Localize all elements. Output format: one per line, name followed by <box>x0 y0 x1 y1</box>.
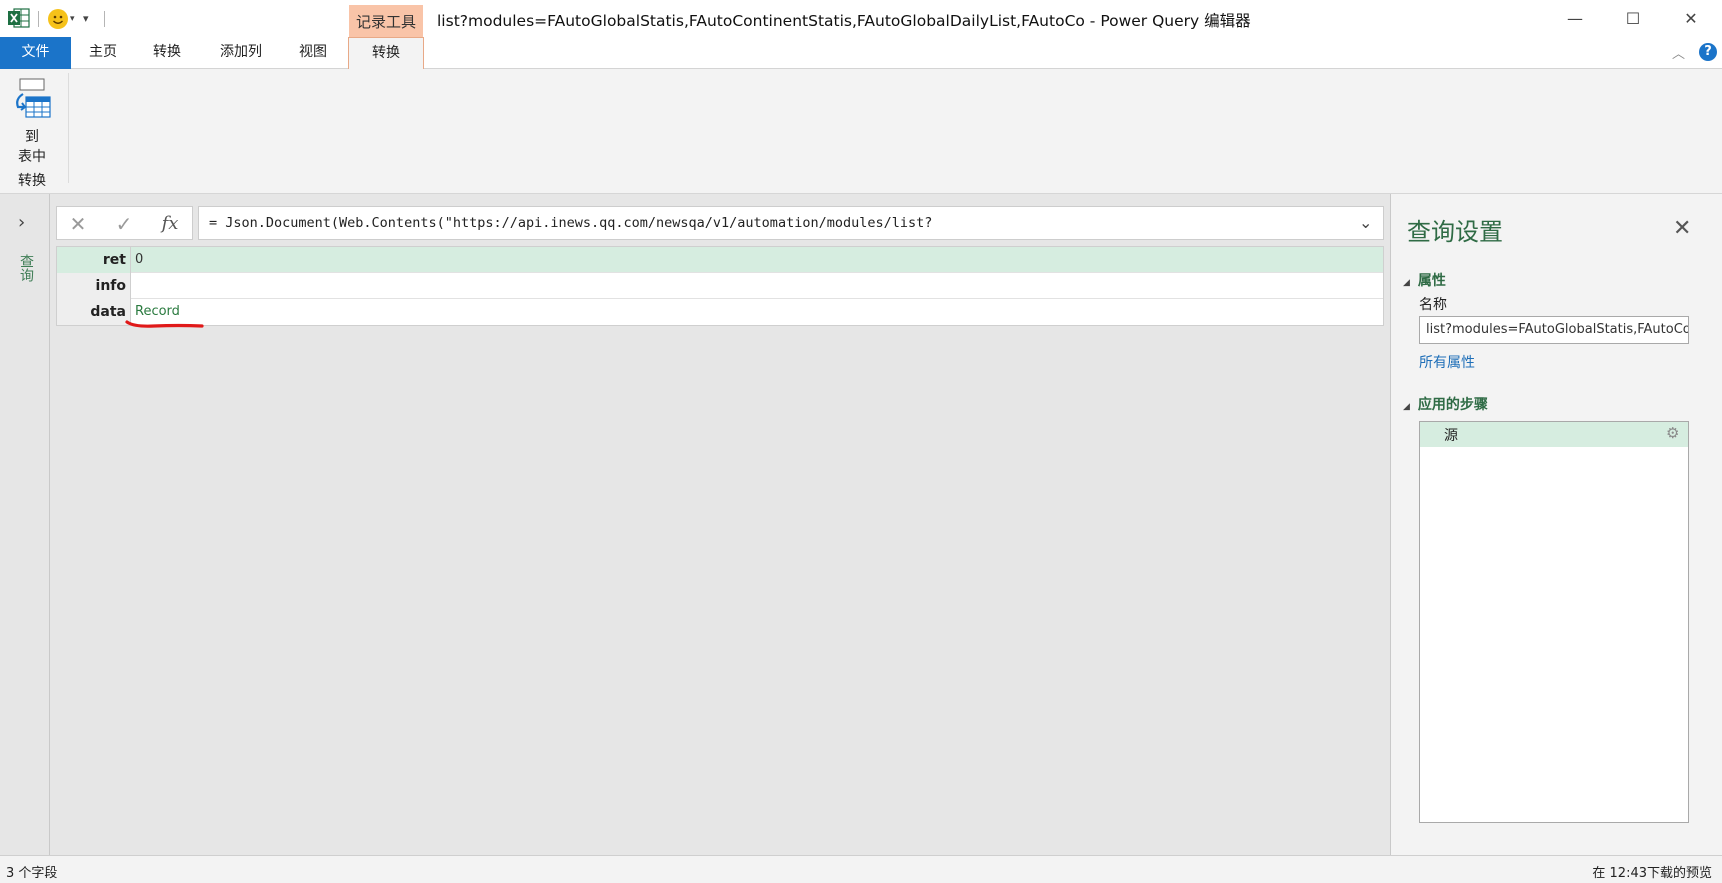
close-settings-icon[interactable]: ✕ <box>1673 216 1691 241</box>
status-field-count: 3 个字段 <box>6 866 58 881</box>
record-field-value[interactable]: 0 <box>135 247 143 273</box>
smiley-icon[interactable] <box>48 9 68 29</box>
query-settings-pane: 查询设置 ✕ ◢ 属性 名称 list?modules=FAutoGlobalSt… <box>1390 194 1722 855</box>
close-button[interactable]: ✕ <box>1668 2 1714 36</box>
name-label: 名称 <box>1419 297 1447 313</box>
cancel-formula-icon[interactable]: ✕ <box>63 211 93 237</box>
step-label: 源 <box>1444 428 1458 444</box>
to-table-label: 到 表中 <box>18 129 46 165</box>
properties-header[interactable]: ◢ 属性 <box>1403 270 1446 290</box>
red-underline-annotation <box>125 320 204 328</box>
excel-icon <box>8 8 30 28</box>
tab-home[interactable]: 主页 <box>78 37 128 69</box>
all-properties-link[interactable]: 所有属性 <box>1419 352 1475 372</box>
record-field-name: ret <box>57 247 131 273</box>
formula-controls: ✕ ✓ fx <box>56 206 193 240</box>
formula-text[interactable]: = Json.Document(Web.Contents("https://ap… <box>209 215 932 231</box>
title-separator <box>104 11 105 27</box>
maximize-button[interactable]: ☐ <box>1610 2 1656 36</box>
gear-icon[interactable]: ⚙ <box>1666 424 1679 442</box>
smiley-dropdown-icon[interactable]: ▾ <box>70 14 75 24</box>
commit-formula-icon[interactable]: ✓ <box>109 211 139 237</box>
queries-pane-collapsed: › 查询 <box>0 194 50 855</box>
title-bar: ▾ ▾ 记录工具 list?modules=FAutoGlobalStatis,… <box>0 0 1722 37</box>
record-to-table-icon <box>16 78 51 118</box>
context-tab-record-tools: 记录工具 <box>349 5 423 37</box>
formula-bar[interactable]: = Json.Document(Web.Contents("https://ap… <box>198 206 1384 240</box>
fx-icon[interactable]: fx <box>155 211 185 237</box>
applied-steps-header[interactable]: ◢ 应用的步骤 <box>1403 394 1488 414</box>
queries-pane-label[interactable]: 查询 <box>16 254 36 282</box>
applied-steps-list: 源 ⚙ <box>1419 421 1689 823</box>
tab-file[interactable]: 文件 <box>0 37 71 69</box>
collapse-triangle-icon: ◢ <box>1403 402 1410 412</box>
status-preview-time: 在 12:43下载的预览 <box>1592 866 1712 881</box>
ribbon: 到 表中 转换 <box>0 69 1722 194</box>
ribbon-tabs: 文件 主页 转换 添加列 视图 转换 ︿ ? <box>0 37 1722 70</box>
expand-formula-icon[interactable]: ⌄ <box>1359 213 1372 232</box>
window-title: list?modules=FAutoGlobalStatis,FAutoCont… <box>437 12 1251 30</box>
applied-step-item[interactable]: 源 ⚙ <box>1420 422 1688 447</box>
query-name-input[interactable]: list?modules=FAutoGlobalStatis,FAutoCont… <box>1419 316 1689 344</box>
group-separator <box>68 73 69 183</box>
title-separator <box>38 11 39 27</box>
tab-view[interactable]: 视图 <box>288 37 338 69</box>
record-row-info[interactable]: info <box>57 273 1383 299</box>
collapse-ribbon-icon[interactable]: ︿ <box>1672 43 1685 62</box>
query-settings-title: 查询设置 <box>1407 218 1503 246</box>
customize-quick-access-icon[interactable]: ▾ <box>83 12 89 25</box>
tab-add-column[interactable]: 添加列 <box>210 37 272 69</box>
help-icon[interactable]: ? <box>1699 43 1717 61</box>
record-grid: ret 0 info data Record <box>56 246 1384 326</box>
record-row-data[interactable]: data Record <box>57 299 1383 325</box>
record-field-name: data <box>57 299 131 325</box>
tab-record-transform[interactable]: 转换 <box>348 37 424 70</box>
record-field-name: info <box>57 273 131 299</box>
expand-queries-icon[interactable]: › <box>18 212 25 233</box>
status-bar: 3 个字段 在 12:43下载的预览 <box>0 855 1722 883</box>
tab-transform[interactable]: 转换 <box>142 37 192 69</box>
to-table-button[interactable]: 到 表中 <box>6 77 58 165</box>
record-row-ret[interactable]: ret 0 <box>57 247 1383 273</box>
collapse-triangle-icon: ◢ <box>1403 278 1410 288</box>
group-label-transform: 转换 <box>18 173 46 189</box>
minimize-button[interactable]: — <box>1552 2 1598 36</box>
